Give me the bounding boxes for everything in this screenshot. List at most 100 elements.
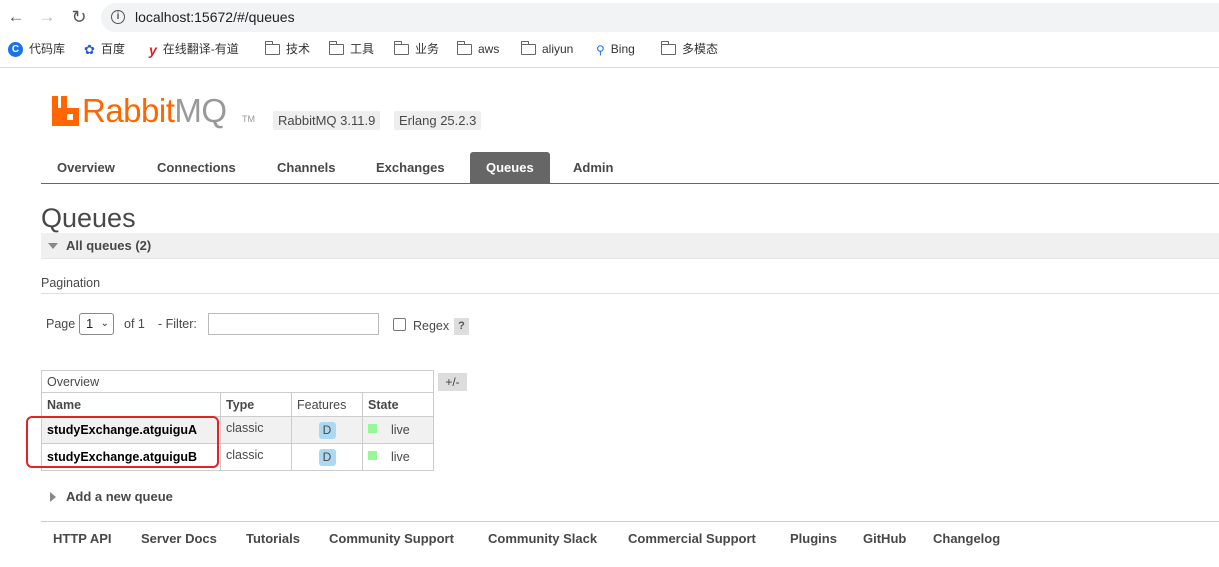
bookmark-item[interactable]: aws: [456, 40, 500, 58]
column-header-name[interactable]: Name: [41, 392, 221, 417]
bookmark-item[interactable]: 技术: [264, 40, 311, 58]
browser-toolbar: ← → ↻ i localhost:15672/#/queues C 代码库 ✿ 百…: [0, 0, 1219, 68]
bookmark-item[interactable]: ⚲ Bing: [596, 40, 635, 58]
add-queue-toggle[interactable]: Add a new queue: [50, 489, 173, 504]
tab-channels[interactable]: Channels: [261, 152, 352, 183]
bookmark-item[interactable]: 工具: [328, 40, 375, 58]
bookmark-label: Bing: [610, 42, 635, 56]
logo-text: RabbitMQ: [82, 92, 227, 130]
folder-icon: [520, 41, 536, 56]
url-text: localhost:15672/#/queues: [135, 9, 295, 25]
column-header-state[interactable]: State: [362, 392, 434, 417]
folder-icon: [456, 41, 472, 56]
erlang-badge: Erlang 25.2.3: [394, 111, 482, 130]
tab-queues[interactable]: Queues: [470, 152, 550, 183]
state-cell: live: [362, 443, 434, 471]
footer: HTTP API Server Docs Tutorials Community…: [41, 521, 1219, 567]
bookmark-label: 多模态: [682, 42, 719, 56]
filter-input[interactable]: [208, 313, 379, 335]
features-cell: D: [291, 443, 363, 471]
bookmark-item[interactable]: ✿ 百度: [84, 40, 125, 58]
durable-badge: D: [318, 421, 336, 439]
bookmark-label: 代码库: [29, 42, 66, 56]
live-status-icon: [368, 451, 377, 461]
add-queue-label: Add a new queue: [66, 489, 173, 504]
annotation-highlight-box: [26, 416, 219, 468]
paw-icon: ✿: [84, 41, 95, 57]
address-bar[interactable]: i localhost:15672/#/queues: [101, 3, 1219, 32]
bookmark-label: 工具: [350, 42, 375, 56]
page-label: Page: [46, 317, 76, 331]
tab-connections[interactable]: Connections: [141, 152, 252, 183]
filter-label: - Filter:: [158, 317, 197, 331]
reload-icon[interactable]: ↻: [68, 6, 90, 28]
bookmark-item[interactable]: 多模态: [660, 40, 719, 58]
footer-link-changelog[interactable]: Changelog: [933, 531, 1000, 546]
footer-link-community-slack[interactable]: Community Slack: [488, 531, 597, 546]
tab-admin[interactable]: Admin: [557, 152, 629, 183]
queue-type: classic: [220, 416, 292, 444]
expand-triangle-icon: [50, 491, 56, 502]
forward-icon[interactable]: →: [36, 6, 58, 28]
durable-badge: D: [318, 448, 336, 466]
footer-link-tutorials[interactable]: Tutorials: [246, 531, 300, 546]
pagination-heading: Pagination: [41, 276, 101, 290]
features-cell: D: [291, 416, 363, 444]
bookmark-label: aliyun: [542, 42, 574, 56]
all-queues-section-toggle[interactable]: All queues (2): [41, 233, 1219, 259]
bookmark-item[interactable]: y 在线翻译-有道: [149, 40, 239, 58]
divider: [41, 293, 1219, 294]
folder-icon: [264, 41, 280, 56]
back-icon[interactable]: ←: [5, 6, 27, 28]
version-badge: RabbitMQ 3.11.9: [273, 111, 381, 130]
regex-label: Regex: [413, 319, 450, 333]
search-icon: ⚲: [596, 42, 605, 57]
info-icon[interactable]: i: [111, 10, 125, 24]
logo-trademark: TM: [242, 114, 255, 124]
bookmarks-bar: C 代码库 ✿ 百度 y 在线翻译-有道 技术 工具 业务 aws aliyun ⚲ B…: [0, 37, 1219, 61]
regex-checkbox[interactable]: [393, 318, 406, 331]
chevron-down-icon: ⌄: [100, 318, 109, 329]
live-status-icon: [368, 424, 377, 434]
tab-overview[interactable]: Overview: [41, 152, 131, 183]
footer-link-server-docs[interactable]: Server Docs: [141, 531, 217, 546]
state-label: live: [391, 423, 410, 437]
section-label: All queues (2): [66, 238, 152, 253]
bookmark-item[interactable]: C 代码库: [8, 40, 65, 58]
footer-link-http-api[interactable]: HTTP API: [53, 531, 112, 546]
tab-exchanges[interactable]: Exchanges: [360, 152, 461, 183]
bookmark-item[interactable]: 业务: [393, 40, 440, 58]
state-label: live: [391, 450, 410, 464]
youdao-icon: y: [149, 41, 157, 58]
logo-mq-text: MQ: [174, 92, 227, 129]
column-header-features[interactable]: Features: [291, 392, 363, 417]
footer-link-plugins[interactable]: Plugins: [790, 531, 837, 546]
footer-link-github[interactable]: GitHub: [863, 531, 906, 546]
c-icon: C: [8, 42, 23, 58]
collapse-triangle-icon: [48, 243, 58, 249]
page-select[interactable]: 1 ⌄: [79, 313, 114, 335]
main-tabs: Overview Connections Channels Exchanges …: [41, 152, 1219, 184]
bookmark-label: 技术: [286, 42, 311, 56]
page-title: Queues: [41, 203, 136, 233]
page-count: of 1: [124, 317, 145, 331]
rabbit-logo-icon: [52, 96, 79, 126]
folder-icon: [660, 41, 676, 56]
folder-icon: [393, 41, 409, 56]
footer-link-commercial-support[interactable]: Commercial Support: [628, 531, 756, 546]
state-cell: live: [362, 416, 434, 444]
help-button[interactable]: ?: [454, 318, 469, 335]
bookmark-item[interactable]: aliyun: [520, 40, 574, 58]
bookmark-label: aws: [478, 42, 500, 56]
bookmark-label: 在线翻译-有道: [162, 42, 239, 56]
bookmark-label: 业务: [415, 42, 440, 56]
queue-type: classic: [220, 443, 292, 471]
toggle-columns-button[interactable]: +/-: [438, 373, 467, 391]
page-select-value: 1: [86, 316, 94, 331]
column-header-type[interactable]: Type: [220, 392, 292, 417]
table-group-header: Overview: [41, 370, 434, 393]
logo-rabbit-text: Rabbit: [82, 92, 175, 129]
bookmark-label: 百度: [100, 42, 125, 56]
footer-link-community-support[interactable]: Community Support: [329, 531, 454, 546]
folder-icon: [328, 41, 344, 56]
